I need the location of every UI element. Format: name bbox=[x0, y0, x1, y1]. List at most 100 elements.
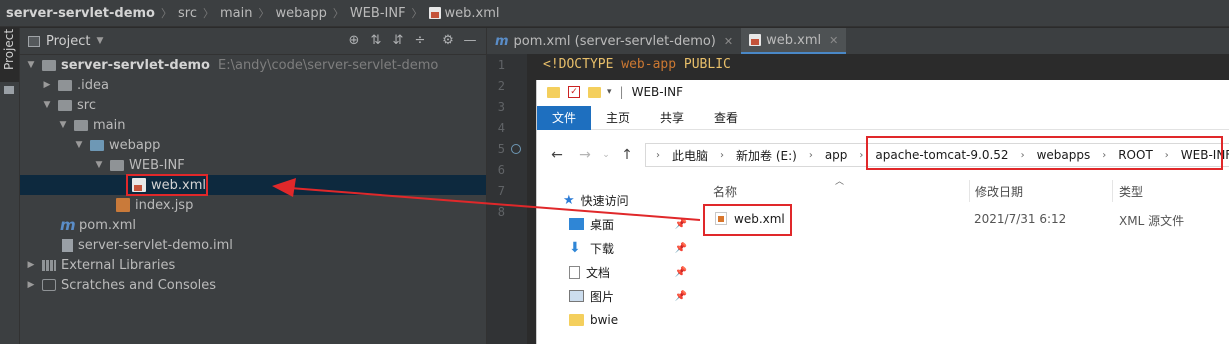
project-panel: Project ▼ ⊕ ⇅ ⇵ ÷ ⚙ — ▼ server-servlet-d… bbox=[20, 28, 486, 344]
tab-pom-xml[interactable]: m pom.xml (server-servlet-demo) ✕ bbox=[487, 28, 741, 54]
breadcrumb-web-xml[interactable]: web.xml bbox=[445, 6, 500, 21]
tree-item-index-jsp[interactable]: index.jsp bbox=[20, 195, 486, 215]
pin-icon[interactable]: 📌 bbox=[675, 267, 687, 278]
new-folder-icon[interactable] bbox=[588, 86, 601, 98]
tree-item-external-libraries[interactable]: ▶ External Libraries bbox=[20, 255, 486, 275]
tree-item-label: webapp bbox=[109, 137, 161, 153]
tree-item-web-inf[interactable]: ▼ WEB-INF bbox=[20, 155, 486, 175]
tree-item-label: pom.xml bbox=[79, 217, 136, 233]
recent-chevron-icon[interactable]: ⌄ bbox=[599, 150, 613, 160]
collapse-icon[interactable]: ⇅ bbox=[368, 33, 384, 49]
project-tool-tab[interactable]: Project bbox=[0, 28, 19, 82]
breadcrumb-webapp[interactable]: webapp bbox=[275, 6, 326, 21]
tree-item-web-xml[interactable]: web.xml bbox=[20, 175, 486, 195]
target-icon[interactable]: ⊕ bbox=[346, 33, 362, 49]
nav-label: 快速访问 bbox=[580, 193, 629, 208]
xml-file-icon bbox=[749, 34, 762, 46]
chevron-right-icon[interactable]: ▶ bbox=[42, 80, 52, 90]
nav-label: 下载 bbox=[590, 241, 615, 256]
nav-item-desktop[interactable]: 桌面 📌 bbox=[537, 212, 695, 236]
tree-item-main[interactable]: ▼ main bbox=[20, 115, 486, 135]
tree-item-project-root[interactable]: ▼ server-servlet-demo E:\andy\code\serve… bbox=[20, 55, 486, 75]
close-icon[interactable]: ✕ bbox=[724, 35, 733, 48]
nav-item-bwie[interactable]: bwie bbox=[537, 308, 695, 332]
file-date: 2021/7/31 6:12 bbox=[974, 212, 1067, 226]
tree-item-idea[interactable]: ▶ .idea bbox=[20, 75, 486, 95]
tree-item-scratches[interactable]: ▶ Scratches and Consoles bbox=[20, 275, 486, 295]
column-divider[interactable] bbox=[969, 180, 970, 202]
chevron-right-icon[interactable]: ▶ bbox=[26, 280, 36, 290]
module-file-icon bbox=[62, 238, 73, 252]
structure-icon[interactable] bbox=[4, 86, 14, 94]
chevron-down-icon[interactable]: ▼ bbox=[58, 120, 68, 130]
chevron-right-icon[interactable]: › bbox=[809, 150, 813, 161]
column-date[interactable]: 修改日期 bbox=[975, 183, 1023, 200]
pin-icon[interactable]: 📌 bbox=[675, 243, 687, 254]
breadcrumb-separator: 〉 bbox=[202, 7, 214, 20]
tree-item-pom-xml[interactable]: m pom.xml bbox=[20, 215, 486, 235]
xml-file-icon bbox=[428, 7, 441, 19]
nav-item-pictures[interactable]: 图片 📌 bbox=[537, 284, 695, 308]
pin-icon[interactable]: 📌 bbox=[675, 291, 687, 302]
breadcrumb-separator: 〉 bbox=[411, 7, 423, 20]
gutter-marker-icon[interactable] bbox=[511, 144, 521, 154]
properties-icon[interactable]: ✓ bbox=[568, 86, 580, 98]
ribbon-tab-view[interactable]: 查看 bbox=[699, 106, 753, 130]
folder-icon bbox=[547, 86, 560, 98]
chevron-right-icon[interactable]: › bbox=[720, 150, 724, 161]
ribbon-tab-file[interactable]: 文件 bbox=[537, 105, 592, 130]
tab-label: web.xml bbox=[766, 32, 822, 48]
column-type[interactable]: 类型 bbox=[1119, 183, 1143, 200]
expand-icon[interactable]: ⇵ bbox=[390, 33, 406, 49]
ribbon-tab-share[interactable]: 共享 bbox=[645, 106, 699, 130]
hide-icon[interactable]: ÷ bbox=[412, 33, 428, 49]
forward-arrow-icon[interactable]: → bbox=[571, 147, 599, 163]
chevron-right-icon[interactable]: › bbox=[656, 150, 660, 161]
close-icon[interactable]: ✕ bbox=[829, 34, 838, 47]
breadcrumb-separator: 〉 bbox=[258, 7, 270, 20]
gear-icon[interactable]: ⚙ bbox=[440, 33, 456, 49]
chevron-right-icon[interactable]: › bbox=[859, 150, 863, 161]
chevron-down-icon[interactable]: ▼ bbox=[94, 160, 104, 170]
chevron-down-icon[interactable]: ▼ bbox=[42, 100, 52, 110]
column-name[interactable]: 名称 bbox=[713, 183, 737, 200]
chevron-down-icon[interactable]: ▼ bbox=[74, 140, 84, 150]
breadcrumb-web-inf[interactable]: WEB-INF bbox=[350, 6, 406, 21]
ribbon-tab-home[interactable]: 主页 bbox=[591, 106, 645, 130]
up-arrow-icon[interactable]: ↑ bbox=[613, 147, 641, 163]
nav-quick-access[interactable]: ★ 快速访问 bbox=[537, 188, 695, 212]
code-line-1[interactable]: <!DOCTYPE web-app PUBLIC bbox=[543, 57, 731, 72]
minimize-icon[interactable]: — bbox=[462, 33, 478, 49]
chevron-right-icon[interactable]: ▶ bbox=[26, 260, 36, 270]
code-token-doctype: <!DOCTYPE bbox=[543, 57, 614, 72]
line-number: 8 bbox=[497, 205, 505, 219]
address-segment[interactable]: app bbox=[825, 148, 848, 162]
project-panel-title[interactable]: Project bbox=[46, 34, 90, 49]
chevron-down-icon[interactable]: ▼ bbox=[96, 36, 103, 46]
maven-icon: m bbox=[60, 216, 76, 234]
breadcrumb-project[interactable]: server-servlet-demo bbox=[6, 6, 155, 21]
window-title: WEB-INF bbox=[631, 85, 684, 99]
chevron-down-icon[interactable]: ▾ bbox=[607, 87, 612, 97]
nav-label: 图片 bbox=[590, 289, 615, 304]
tab-web-xml[interactable]: web.xml ✕ bbox=[741, 28, 847, 54]
pin-icon[interactable]: 📌 bbox=[675, 219, 687, 230]
tree-item-webapp[interactable]: ▼ webapp bbox=[20, 135, 486, 155]
nav-item-documents[interactable]: 文档 📌 bbox=[537, 260, 695, 284]
breadcrumb-src[interactable]: src bbox=[178, 6, 197, 21]
column-divider[interactable] bbox=[1112, 180, 1113, 202]
tree-item-iml[interactable]: server-servlet-demo.iml bbox=[20, 235, 486, 255]
folder-icon bbox=[110, 159, 124, 171]
line-number: 6 bbox=[497, 163, 505, 177]
breadcrumb-separator: 〉 bbox=[332, 7, 344, 20]
address-segment[interactable]: 此电脑 bbox=[672, 147, 708, 164]
tree-item-src[interactable]: ▼ src bbox=[20, 95, 486, 115]
quick-access-toolbar: ✓ ▾ | WEB-INF bbox=[537, 80, 1229, 104]
library-icon bbox=[42, 259, 56, 271]
breadcrumb-main[interactable]: main bbox=[220, 6, 252, 21]
back-arrow-icon[interactable]: ← bbox=[543, 147, 571, 163]
tree-item-label: main bbox=[93, 117, 126, 133]
chevron-down-icon[interactable]: ▼ bbox=[26, 60, 36, 70]
address-segment[interactable]: 新加卷 (E:) bbox=[736, 147, 797, 164]
nav-item-downloads[interactable]: ⬇ 下载 📌 bbox=[537, 236, 695, 260]
